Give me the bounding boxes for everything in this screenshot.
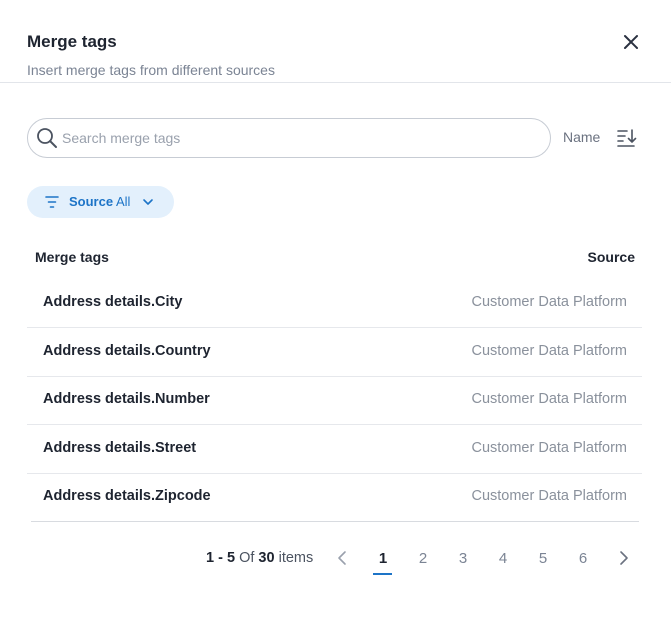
column-header-source: Source xyxy=(587,249,635,265)
sort-descending-icon[interactable] xyxy=(615,126,639,150)
search-icon xyxy=(37,128,57,148)
page-button-4[interactable]: 4 xyxy=(493,550,513,567)
page-button-2[interactable]: 2 xyxy=(413,550,433,567)
sort-label[interactable]: Name xyxy=(563,129,600,145)
row-source: Customer Data Platform xyxy=(471,440,627,456)
row-source: Customer Data Platform xyxy=(471,391,627,407)
filter-value: All xyxy=(115,194,131,209)
close-icon[interactable] xyxy=(619,30,643,54)
row-source: Customer Data Platform xyxy=(471,343,627,359)
chevron-left-icon[interactable] xyxy=(334,549,352,567)
range-start: 1 xyxy=(206,550,215,566)
range-total: 30 xyxy=(258,550,275,566)
range-separator: - xyxy=(214,550,227,566)
row-source: Customer Data Platform xyxy=(471,294,627,310)
page-button-5[interactable]: 5 xyxy=(533,550,553,567)
pagination-range: 1 - 5 Of 30 items xyxy=(206,550,313,566)
page-button-1[interactable]: 1 xyxy=(373,550,393,567)
dialog-title: Merge tags xyxy=(27,32,117,51)
table-row[interactable]: Address details.Country Customer Data Pl… xyxy=(27,328,642,377)
row-merge-tag: Address details.Number xyxy=(43,391,210,407)
range-of-label: Of xyxy=(235,550,259,566)
dialog-subtitle: Insert merge tags from different sources xyxy=(27,62,275,78)
row-source: Customer Data Platform xyxy=(471,488,627,504)
table-row[interactable]: Address details.City Customer Data Platf… xyxy=(27,279,642,328)
search-box[interactable] xyxy=(27,118,551,158)
table-row[interactable]: Address details.Zipcode Customer Data Pl… xyxy=(31,473,639,522)
chevron-down-icon xyxy=(143,199,153,205)
source-filter-dropdown[interactable]: Source All xyxy=(27,186,174,218)
column-header-merge-tags: Merge tags xyxy=(35,249,109,265)
dialog-header: Merge tags Insert merge tags from differ… xyxy=(0,0,671,83)
page-button-3[interactable]: 3 xyxy=(453,550,473,567)
table-row[interactable]: Address details.Number Customer Data Pla… xyxy=(27,376,642,425)
search-input[interactable] xyxy=(62,119,542,156)
filter-key: Source xyxy=(69,194,114,209)
filter-label: Source All xyxy=(69,194,130,209)
row-merge-tag: Address details.Zipcode xyxy=(43,488,211,504)
table-row[interactable]: Address details.Street Customer Data Pla… xyxy=(27,425,642,474)
range-end: 5 xyxy=(226,550,236,566)
row-merge-tag: Address details.Street xyxy=(43,440,197,456)
page-button-6[interactable]: 6 xyxy=(573,550,593,567)
filter-icon xyxy=(45,196,59,208)
current-page-indicator xyxy=(373,573,392,575)
chevron-right-icon[interactable] xyxy=(614,549,632,567)
row-merge-tag: Address details.City xyxy=(43,294,183,310)
row-merge-tag: Address details.Country xyxy=(43,343,211,359)
range-items-label: items xyxy=(274,550,314,566)
